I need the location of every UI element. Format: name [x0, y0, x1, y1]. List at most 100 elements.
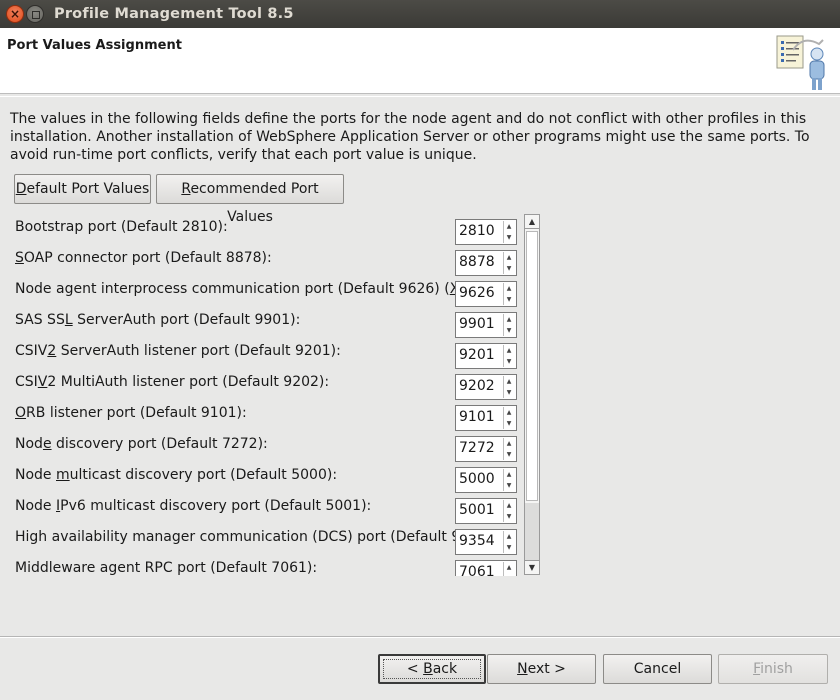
port-row: SAS SSL ServerAuth port (Default 9901): 9…: [0, 307, 525, 338]
scrollbar-thumb[interactable]: [526, 231, 538, 501]
port-spinner[interactable]: 8878 ▲ ▼: [455, 250, 517, 276]
spinner-arrows[interactable]: ▲▼: [503, 221, 514, 243]
spinner-arrows[interactable]: ▲▼: [503, 531, 514, 553]
port-value-input[interactable]: 2810: [459, 223, 495, 239]
port-label-post: OAP connector port (Default 8878):: [23, 250, 272, 266]
spinner-arrows[interactable]: ▲▼: [503, 469, 514, 491]
back-button[interactable]: < Back: [378, 654, 486, 684]
port-row: Node discovery port (Default 7272): 7272 ▲…: [0, 431, 525, 462]
port-label-pre: Node: [15, 498, 56, 514]
header-separator: [0, 96, 840, 97]
cancel-button[interactable]: Cancel: [603, 654, 712, 684]
spinner-down-icon[interactable]: ▼: [504, 294, 514, 305]
spinner-down-icon[interactable]: ▼: [504, 325, 514, 336]
port-label-post: ServerAuth port (Default 9901):: [72, 312, 301, 328]
spinner-up-icon[interactable]: ▲: [504, 376, 514, 387]
spinner-arrows[interactable]: ▲▼: [503, 252, 514, 274]
port-spinner[interactable]: 7061 ▲▼: [455, 560, 517, 576]
port-value-input[interactable]: 9626: [459, 285, 495, 301]
spinner-up-icon[interactable]: ▲: [504, 500, 514, 511]
spinner-up-icon[interactable]: ▲: [504, 438, 514, 449]
spinner-up-icon[interactable]: ▲: [504, 531, 514, 542]
port-value-input[interactable]: 7272: [459, 440, 495, 456]
finish-label-post: inish: [760, 661, 793, 677]
spinner-arrows[interactable]: ▲▼: [503, 314, 514, 336]
spinner-down-icon[interactable]: ▼: [504, 387, 514, 398]
default-port-values-button[interactable]: Default Port Values: [14, 174, 151, 204]
default-port-values-label: efault Port Values: [26, 181, 150, 197]
port-value-input[interactable]: 9202: [459, 378, 495, 394]
spinner-arrows[interactable]: ▲▼: [503, 500, 514, 522]
spinner-down-icon[interactable]: ▼: [504, 480, 514, 491]
mnemonic: 2: [47, 343, 57, 359]
port-spinner[interactable]: 9354 ▲ ▼: [455, 529, 517, 555]
spinner-up-icon[interactable]: ▲: [504, 283, 514, 294]
mnemonic: L: [64, 312, 73, 328]
spinner-arrows[interactable]: ▲▼: [503, 407, 514, 429]
port-row: CSIV2 MultiAuth listener port (Default 9…: [0, 369, 525, 400]
port-spinner[interactable]: 9626 ▲ ▼: [455, 281, 517, 307]
port-label-post: RB listener port (Default 9101):: [26, 405, 247, 421]
scroll-down-icon[interactable]: ▼: [525, 560, 539, 574]
spinner-arrows[interactable]: ▲▼: [503, 345, 514, 367]
spinner-up-icon[interactable]: ▲: [504, 314, 514, 325]
spinner-up-icon[interactable]: ▲: [504, 469, 514, 480]
spinner-down-icon[interactable]: ▼: [504, 263, 514, 274]
mnemonic: V: [37, 374, 48, 390]
port-spinner[interactable]: 9201 ▲ ▼: [455, 343, 517, 369]
spinner-up-icon[interactable]: ▲: [504, 562, 514, 573]
port-label: Middleware agent RPC port (Default 7061)…: [15, 560, 317, 576]
port-spinner[interactable]: 9901 ▲ ▼: [455, 312, 517, 338]
port-label-pre: CSI: [15, 374, 38, 390]
port-value-input[interactable]: 9201: [459, 347, 495, 363]
spinner-down-icon[interactable]: ▼: [504, 418, 514, 429]
port-spinner[interactable]: 2810 ▲ ▼: [455, 219, 517, 245]
port-value-input[interactable]: 7061: [459, 564, 495, 576]
scrollbar-track[interactable]: [525, 503, 539, 560]
port-value-input[interactable]: 9101: [459, 409, 495, 425]
spinner-arrows[interactable]: ▲▼: [503, 438, 514, 460]
ports-scrollbar[interactable]: ▲ ▼: [524, 214, 540, 575]
recommended-port-values-button[interactable]: Recommended Port Values: [156, 174, 344, 225]
port-spinner[interactable]: 5001 ▲ ▼: [455, 498, 517, 524]
spinner-arrows[interactable]: ▲▼: [503, 283, 514, 305]
minimize-icon[interactable]: [26, 5, 44, 23]
wizard-checklist-person-icon: [776, 35, 825, 90]
port-spinner[interactable]: 7272 ▲ ▼: [455, 436, 517, 462]
mnemonic: D: [15, 181, 27, 197]
spinner-up-icon[interactable]: ▲: [504, 252, 514, 263]
port-value-input[interactable]: 5001: [459, 502, 495, 518]
close-icon[interactable]: ×: [6, 5, 24, 23]
spinner-arrows[interactable]: ▲▼: [503, 562, 514, 576]
port-value-input[interactable]: 5000: [459, 471, 495, 487]
spinner-up-icon[interactable]: ▲: [504, 407, 514, 418]
port-value-input[interactable]: 9354: [459, 533, 495, 549]
spinner-down-icon[interactable]: ▼: [504, 511, 514, 522]
window-title: Profile Management Tool 8.5: [54, 6, 294, 22]
spinner-up-icon[interactable]: ▲: [504, 345, 514, 356]
spinner-up-icon[interactable]: ▲: [504, 221, 514, 232]
port-spinner[interactable]: 5000 ▲ ▼: [455, 467, 517, 493]
port-value-input[interactable]: 8878: [459, 254, 495, 270]
spinner-down-icon[interactable]: ▼: [504, 356, 514, 367]
scroll-up-icon[interactable]: ▲: [525, 215, 539, 229]
focus-ring: [383, 659, 481, 679]
page-title: Port Values Assignment: [7, 38, 182, 53]
port-row: Middleware agent RPC port (Default 7061)…: [0, 555, 525, 576]
spinner-down-icon[interactable]: ▼: [504, 449, 514, 460]
spinner-down-icon[interactable]: ▼: [504, 542, 514, 553]
port-value-input[interactable]: 9901: [459, 316, 495, 332]
description-text: The values in the following fields defin…: [10, 111, 810, 163]
port-row: Bootstrap port (Default 2810): 2810 ▲ ▼: [0, 214, 525, 245]
port-spinner[interactable]: 9202 ▲ ▼: [455, 374, 517, 400]
port-label-pre: CSIV: [15, 343, 48, 359]
port-label-pre: Node: [15, 467, 56, 483]
port-label: SOAP connector port (Default 8878):: [15, 250, 272, 266]
port-spinner[interactable]: 9101 ▲ ▼: [455, 405, 517, 431]
spinner-arrows[interactable]: ▲▼: [503, 376, 514, 398]
next-button[interactable]: Next >: [487, 654, 596, 684]
port-label: ORB listener port (Default 9101):: [15, 405, 247, 421]
spinner-down-icon[interactable]: ▼: [504, 232, 514, 243]
spinner-down-icon[interactable]: ▼: [504, 573, 514, 576]
ports-scroll-panel: Bootstrap port (Default 2810): 2810 ▲ ▼ SOAP…: [0, 214, 540, 576]
